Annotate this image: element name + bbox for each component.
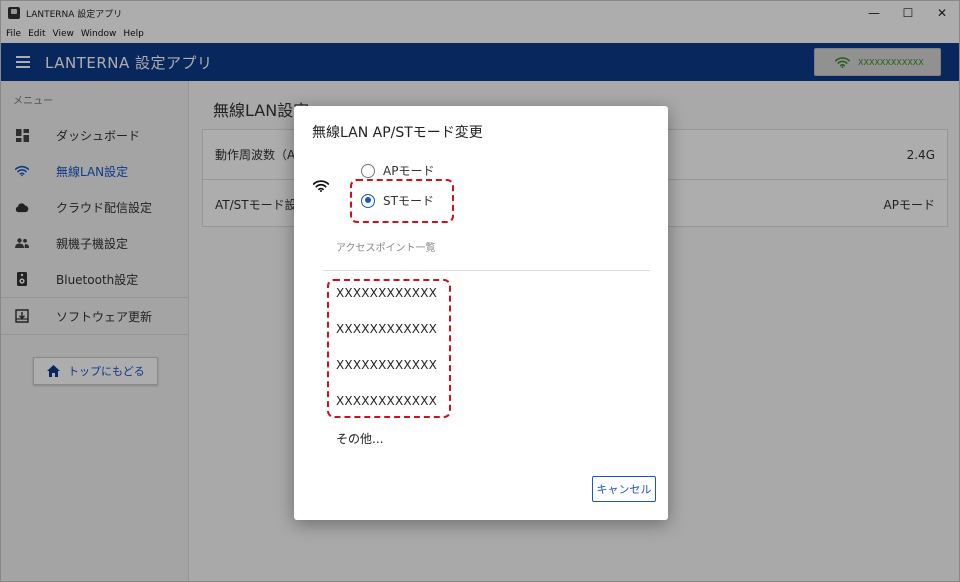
app-window: LANTERNA 設定アプリ — ☐ ✕ File Edit View Wind… xyxy=(0,0,960,582)
ap-mode-radio[interactable] xyxy=(361,163,375,178)
dialog-title: 無線LAN AP/STモード変更 xyxy=(312,125,483,141)
wifi-icon xyxy=(313,180,329,192)
access-point-other[interactable]: その他... xyxy=(336,430,383,447)
mode-change-dialog: 無線LAN AP/STモード変更 APモード STモード アクセスポイント一覧 … xyxy=(294,106,668,520)
ap-mode-radio-option[interactable]: APモード xyxy=(361,162,434,179)
highlight-st-mode xyxy=(350,179,454,223)
ap-mode-label: APモード xyxy=(383,164,435,178)
highlight-access-points xyxy=(327,279,451,418)
list-divider xyxy=(323,270,650,271)
access-point-list-heading: アクセスポイント一覧 xyxy=(336,243,436,254)
cancel-button[interactable]: キャンセル xyxy=(592,476,656,502)
